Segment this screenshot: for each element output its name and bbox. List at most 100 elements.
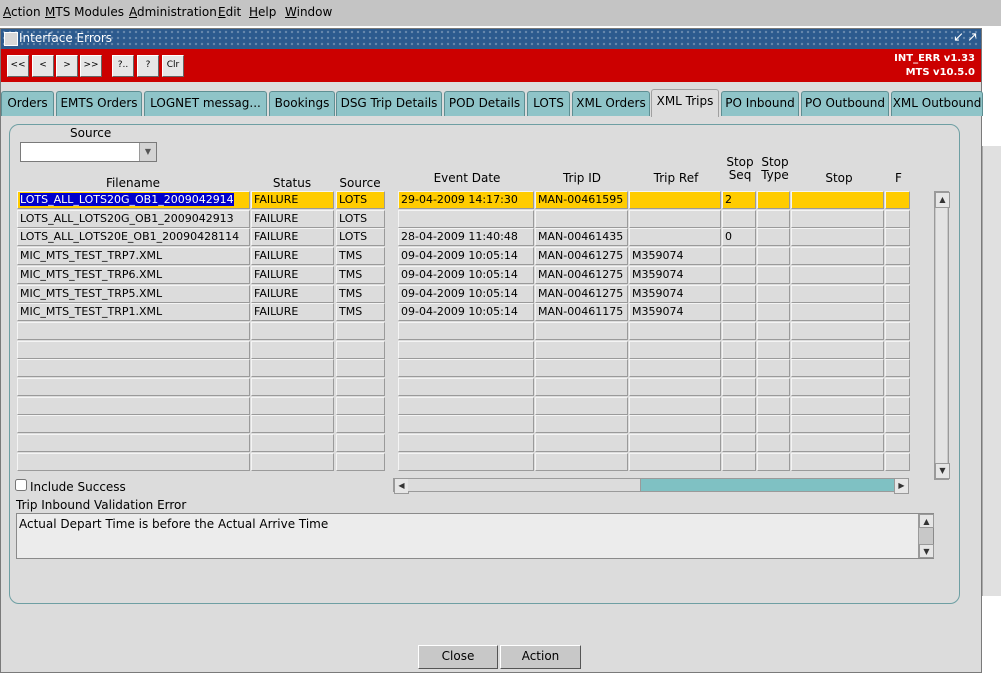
cell-stop-type[interactable] bbox=[757, 359, 790, 377]
cell-event-date[interactable] bbox=[398, 397, 534, 415]
cell-stop[interactable] bbox=[791, 453, 884, 471]
cell-source[interactable]: LOTS bbox=[336, 228, 385, 246]
cell-stop-seq[interactable] bbox=[722, 434, 756, 452]
include-success-checkbox[interactable] bbox=[15, 479, 27, 491]
cell-f[interactable] bbox=[885, 397, 910, 415]
cell-filename[interactable]: MIC_MTS_TEST_TRP6.XML bbox=[17, 266, 250, 284]
cell-stop-seq[interactable]: 2 bbox=[722, 191, 756, 209]
cell-filename[interactable] bbox=[17, 434, 250, 452]
menu-edit[interactable]: Edit bbox=[218, 5, 241, 19]
cell-event-date[interactable] bbox=[398, 415, 534, 433]
cell-trip-ref[interactable] bbox=[629, 453, 721, 471]
cell-source[interactable] bbox=[336, 359, 385, 377]
cell-stop[interactable] bbox=[791, 415, 884, 433]
cell-event-date[interactable] bbox=[398, 378, 534, 396]
cell-stop-type[interactable] bbox=[757, 210, 790, 228]
cell-status[interactable] bbox=[251, 359, 334, 377]
cell-stop-seq[interactable] bbox=[722, 322, 756, 340]
cell-status[interactable]: FAILURE bbox=[251, 228, 334, 246]
cell-trip-id[interactable] bbox=[535, 453, 628, 471]
hscrollbar-thumb[interactable] bbox=[408, 479, 641, 491]
cell-stop[interactable] bbox=[791, 191, 884, 209]
cell-event-date[interactable] bbox=[398, 322, 534, 340]
cell-source[interactable] bbox=[336, 397, 385, 415]
tab-pod-details[interactable]: POD Details bbox=[444, 91, 525, 116]
cell-status[interactable]: FAILURE bbox=[251, 303, 334, 321]
cell-trip-ref[interactable] bbox=[629, 341, 721, 359]
tab-lots[interactable]: LOTS bbox=[527, 91, 570, 116]
cell-filename[interactable] bbox=[17, 341, 250, 359]
cell-stop[interactable] bbox=[791, 228, 884, 246]
cell-f[interactable] bbox=[885, 434, 910, 452]
cell-stop-type[interactable] bbox=[757, 191, 790, 209]
cell-trip-id[interactable] bbox=[535, 378, 628, 396]
cell-status[interactable]: FAILURE bbox=[251, 266, 334, 284]
cell-source[interactable]: TMS bbox=[336, 247, 385, 265]
cell-stop-type[interactable] bbox=[757, 303, 790, 321]
menu-administration[interactable]: Administration bbox=[129, 5, 217, 19]
cell-source[interactable]: LOTS bbox=[336, 191, 385, 209]
error-textarea[interactable]: Actual Depart Time is before the Actual … bbox=[16, 513, 934, 559]
cell-f[interactable] bbox=[885, 247, 910, 265]
cell-trip-id[interactable] bbox=[535, 322, 628, 340]
tab-xml-outbound[interactable]: XML Outbound bbox=[891, 91, 983, 116]
cell-trip-id[interactable] bbox=[535, 341, 628, 359]
cell-status[interactable] bbox=[251, 341, 334, 359]
error-scroll-up-icon[interactable]: ▲ bbox=[919, 514, 934, 528]
cell-f[interactable] bbox=[885, 228, 910, 246]
cell-filename[interactable]: MIC_MTS_TEST_TRP7.XML bbox=[17, 247, 250, 265]
cell-trip-id[interactable]: MAN-00461275 bbox=[535, 285, 628, 303]
menu-mts-modules[interactable]: MTS Modules bbox=[45, 5, 124, 19]
cell-event-date[interactable]: 29-04-2009 14:17:30 bbox=[398, 191, 534, 209]
previous-record-button[interactable]: < bbox=[32, 55, 54, 77]
grid-vertical-scrollbar[interactable]: ▲ ▼ bbox=[934, 191, 950, 480]
cell-f[interactable] bbox=[885, 453, 910, 471]
cell-source[interactable] bbox=[336, 341, 385, 359]
cell-trip-ref[interactable] bbox=[629, 210, 721, 228]
cell-status[interactable]: FAILURE bbox=[251, 285, 334, 303]
cell-status[interactable]: FAILURE bbox=[251, 247, 334, 265]
cell-trip-id[interactable] bbox=[535, 397, 628, 415]
cell-stop-seq[interactable] bbox=[722, 303, 756, 321]
scrollbar-thumb[interactable] bbox=[936, 208, 947, 464]
cell-event-date[interactable] bbox=[398, 341, 534, 359]
cell-status[interactable] bbox=[251, 434, 334, 452]
cell-stop[interactable] bbox=[791, 266, 884, 284]
cell-status[interactable]: FAILURE bbox=[251, 210, 334, 228]
cell-stop-seq[interactable] bbox=[722, 397, 756, 415]
tab-orders[interactable]: Orders bbox=[1, 91, 54, 116]
cell-source[interactable]: TMS bbox=[336, 285, 385, 303]
cell-trip-ref[interactable]: M359074 bbox=[629, 247, 721, 265]
cell-trip-id[interactable] bbox=[535, 210, 628, 228]
cell-trip-ref[interactable] bbox=[629, 378, 721, 396]
cell-event-date[interactable] bbox=[398, 434, 534, 452]
cell-trip-id[interactable]: MAN-00461275 bbox=[535, 266, 628, 284]
last-record-button[interactable]: >> bbox=[80, 55, 102, 77]
cell-trip-ref[interactable] bbox=[629, 191, 721, 209]
help-button[interactable]: ? bbox=[137, 55, 159, 77]
cell-trip-ref[interactable]: M359074 bbox=[629, 303, 721, 321]
cell-trip-ref[interactable] bbox=[629, 415, 721, 433]
tab-po-outbound[interactable]: PO Outbound bbox=[801, 91, 889, 116]
cell-source[interactable]: TMS bbox=[336, 303, 385, 321]
tab-po-inbound[interactable]: PO Inbound bbox=[721, 91, 799, 116]
cell-stop-type[interactable] bbox=[757, 228, 790, 246]
cell-source[interactable] bbox=[336, 322, 385, 340]
cell-stop[interactable] bbox=[791, 378, 884, 396]
cell-trip-id[interactable] bbox=[535, 359, 628, 377]
cell-stop-type[interactable] bbox=[757, 322, 790, 340]
cell-stop-type[interactable] bbox=[757, 247, 790, 265]
cell-filename[interactable]: MIC_MTS_TEST_TRP1.XML bbox=[17, 303, 250, 321]
cell-source[interactable] bbox=[336, 415, 385, 433]
cell-event-date[interactable] bbox=[398, 210, 534, 228]
cell-f[interactable] bbox=[885, 322, 910, 340]
cell-stop-seq[interactable] bbox=[722, 210, 756, 228]
cell-stop-seq[interactable] bbox=[722, 415, 756, 433]
cell-stop-seq[interactable] bbox=[722, 453, 756, 471]
cell-stop-type[interactable] bbox=[757, 415, 790, 433]
cell-stop-type[interactable] bbox=[757, 285, 790, 303]
error-scroll-down-icon[interactable]: ▼ bbox=[919, 544, 934, 558]
cell-event-date[interactable]: 28-04-2009 11:40:48 bbox=[398, 228, 534, 246]
cell-event-date[interactable]: 09-04-2009 10:05:14 bbox=[398, 266, 534, 284]
cell-f[interactable] bbox=[885, 191, 910, 209]
